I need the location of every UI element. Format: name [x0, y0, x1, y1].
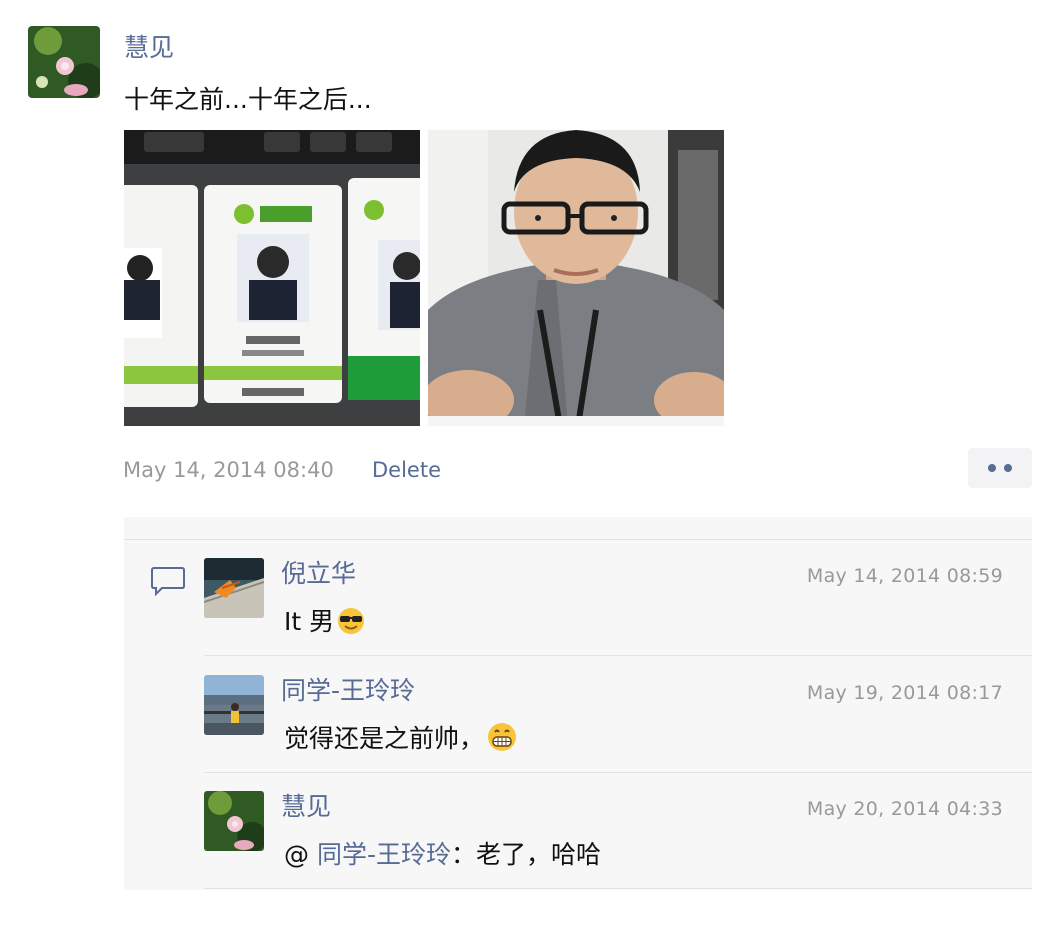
mention-prefix: @	[284, 840, 317, 869]
more-actions-button[interactable]	[968, 448, 1032, 488]
comment-avatar[interactable]	[204, 675, 264, 735]
comment-item: 慧见 May 20, 2014 04:33 @ 同学-王玲玲：老了，哈哈	[204, 773, 1032, 889]
more-dots-icon	[1004, 464, 1012, 472]
comment-divider	[204, 888, 1032, 889]
comment-bubble-icon	[150, 565, 186, 597]
sunglasses-emoji-icon	[336, 606, 366, 646]
comment-item: 同学-王玲玲 May 19, 2014 08:17 觉得还是之前帅，	[204, 657, 1032, 773]
comment-text: @ 同学-王玲玲：老了，哈哈	[284, 837, 601, 873]
post-author-name[interactable]: 慧见	[124, 30, 174, 66]
mention-link[interactable]: 同学-王玲玲	[317, 840, 451, 869]
delete-post-link[interactable]: Delete	[372, 454, 441, 486]
post-photo-selfie[interactable]	[428, 130, 724, 426]
grin-emoji-icon	[486, 721, 518, 763]
post-timestamp: May 14, 2014 08:40	[123, 458, 334, 482]
post-author-avatar[interactable]	[28, 26, 100, 98]
comment-divider	[204, 655, 1032, 656]
comment-author[interactable]: 慧见	[281, 789, 331, 825]
comment-avatar[interactable]	[204, 791, 264, 851]
comment-author[interactable]: 同学-王玲玲	[281, 673, 415, 709]
comment-text-body: ：老了，哈哈	[450, 840, 601, 869]
comment-timestamp: May 20, 2014 04:33	[806, 798, 1003, 820]
comment-text-body: 觉得还是之前帅，	[284, 724, 485, 753]
comment-avatar[interactable]	[204, 558, 264, 618]
comment-timestamp: May 14, 2014 08:59	[806, 565, 1003, 587]
comment-text: 觉得还是之前帅，	[284, 721, 518, 763]
more-dots-icon	[988, 464, 996, 472]
comments-section: 倪立华 May 14, 2014 08:59 It 男 同学-王玲玲 May 1…	[124, 517, 1032, 890]
post-photo-badges[interactable]	[124, 130, 420, 426]
comment-text-body: It 男	[284, 607, 335, 636]
post-text: 十年之前...十年之后...	[124, 85, 372, 114]
comment-text: It 男	[284, 604, 366, 646]
comments-top-divider	[124, 517, 1032, 540]
comment-item: 倪立华 May 14, 2014 08:59 It 男	[204, 540, 1032, 656]
comment-author[interactable]: 倪立华	[281, 556, 356, 592]
comment-timestamp: May 19, 2014 08:17	[806, 682, 1003, 704]
